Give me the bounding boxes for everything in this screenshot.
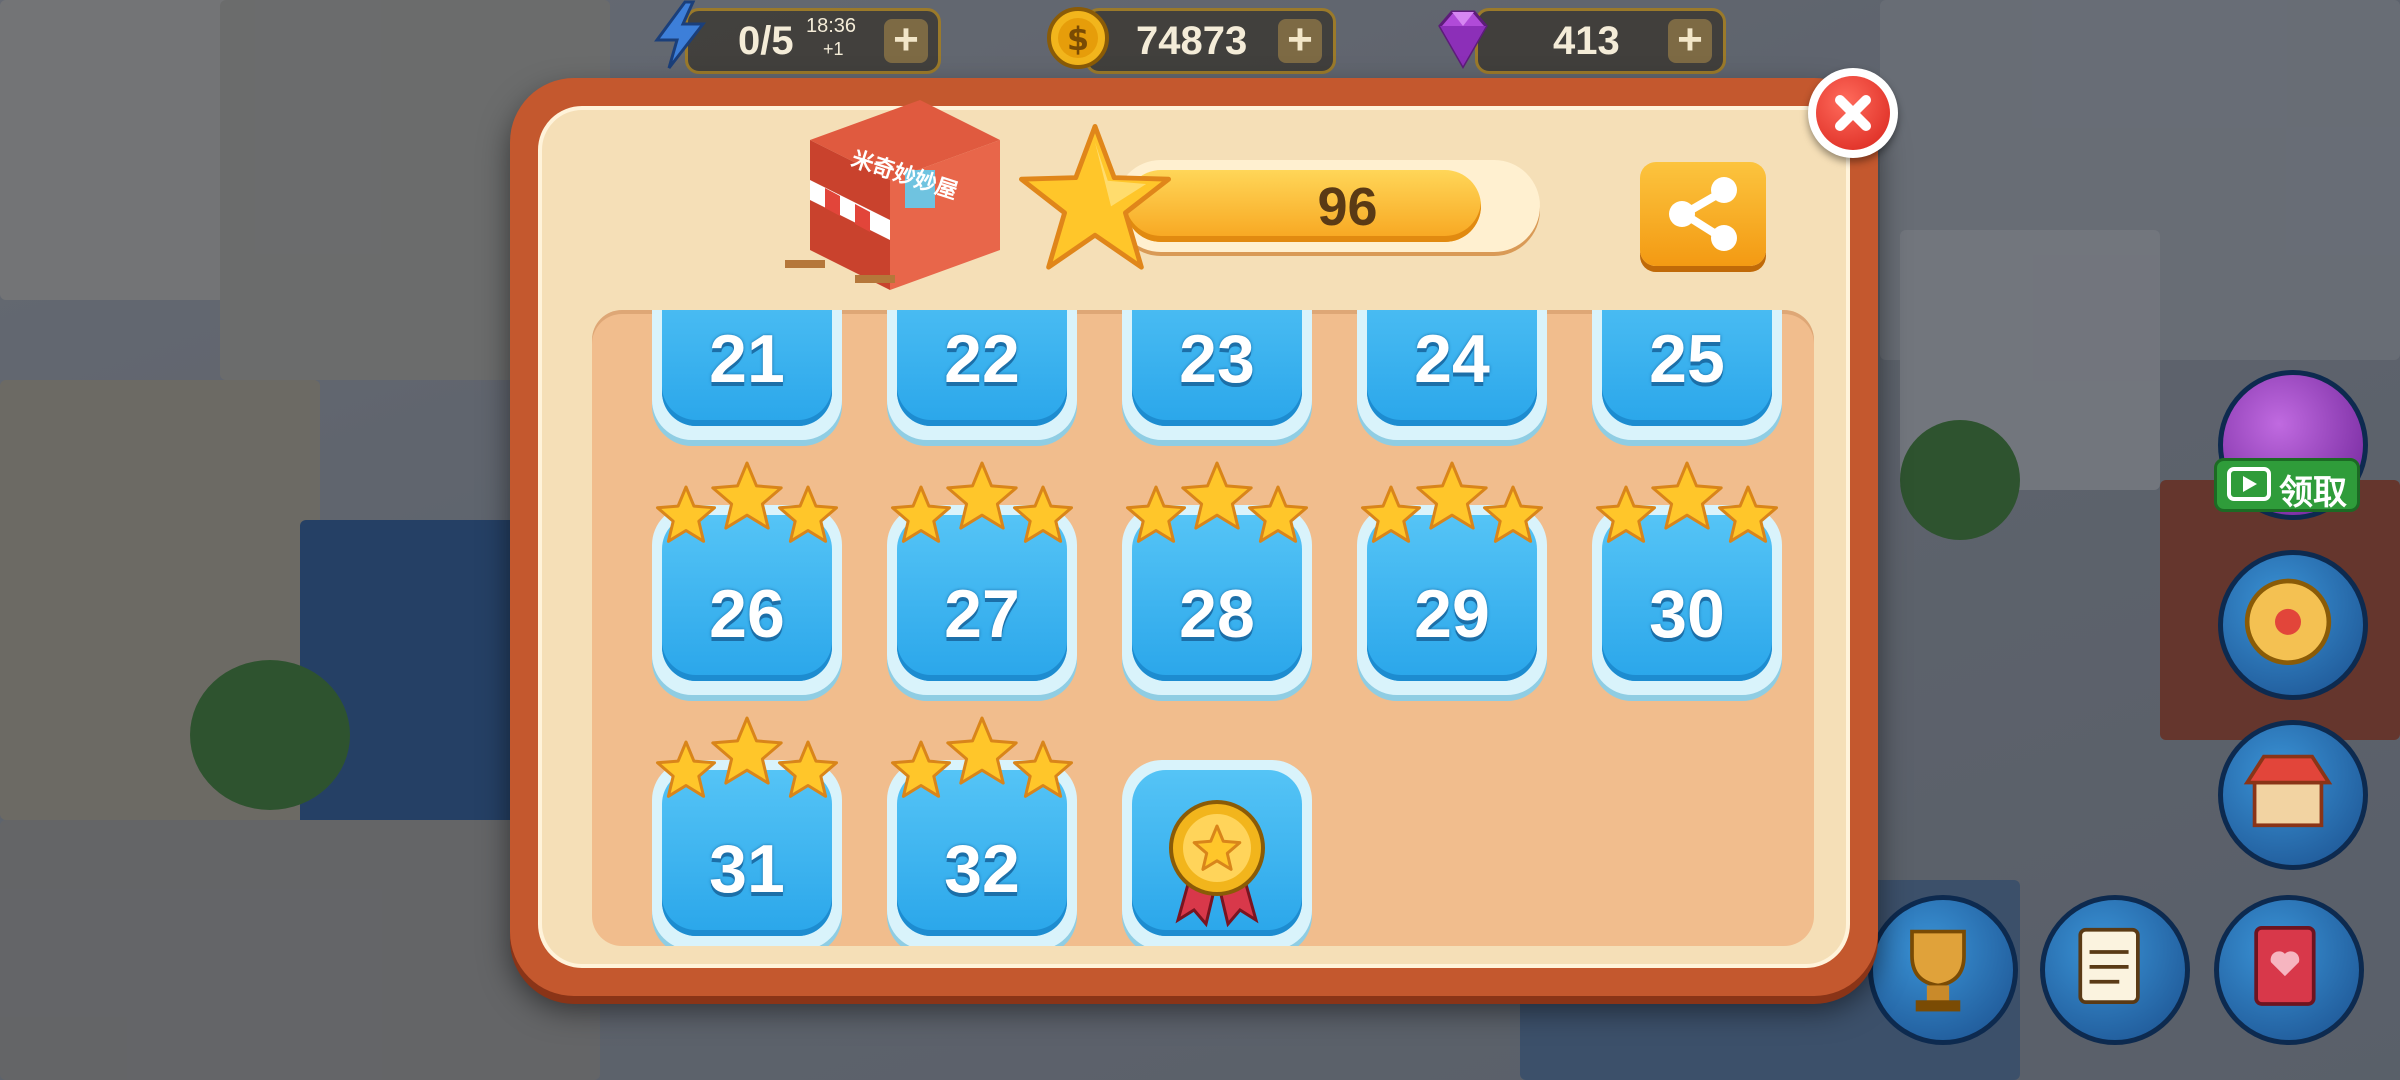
level-number: 31 bbox=[709, 831, 785, 907]
level-stars bbox=[1126, 461, 1308, 543]
level-tile[interactable]: 31 bbox=[652, 716, 842, 946]
restaurant-illustration: 米奇妙妙屋 bbox=[785, 100, 1000, 290]
gem-counter: 413 + bbox=[1475, 8, 1726, 74]
lightning-icon bbox=[654, 0, 707, 69]
level-number: 24 bbox=[1414, 321, 1490, 397]
wheel-icon bbox=[2244, 578, 2332, 666]
notepad-icon bbox=[2078, 927, 2140, 1004]
svg-text:$: $ bbox=[1067, 20, 1089, 58]
level-tile[interactable]: 29 bbox=[1357, 461, 1547, 695]
level-stars bbox=[1596, 461, 1778, 543]
claim-label: 领取 bbox=[2279, 473, 2347, 513]
star-icon bbox=[1416, 461, 1488, 530]
star-icon bbox=[711, 716, 783, 785]
level-stars bbox=[1361, 461, 1543, 543]
energy-timer: 18:36 bbox=[806, 15, 857, 37]
star-icon bbox=[1483, 485, 1543, 543]
level-stars bbox=[891, 461, 1073, 543]
gem-value: 413 bbox=[1553, 19, 1620, 63]
star-icon bbox=[778, 740, 838, 798]
close-icon bbox=[1835, 95, 1871, 131]
level-tile[interactable]: 28 bbox=[1122, 461, 1312, 695]
star-icon bbox=[891, 740, 951, 798]
shop-button[interactable] bbox=[2218, 720, 2368, 870]
star-icon bbox=[1013, 485, 1073, 543]
level-stars bbox=[656, 461, 838, 543]
level-stars bbox=[891, 716, 1073, 798]
coin-icon: $ bbox=[1047, 7, 1109, 69]
book-icon bbox=[2254, 926, 2316, 1006]
star-icon bbox=[711, 461, 783, 530]
collection-book-button[interactable] bbox=[2214, 895, 2364, 1045]
star-icon bbox=[1596, 485, 1656, 543]
level-tile[interactable]: 22 bbox=[887, 310, 1077, 440]
level-tile[interactable]: 25 bbox=[1592, 310, 1782, 440]
level-number: 27 bbox=[944, 576, 1020, 652]
medal-reward-icon bbox=[1169, 800, 1265, 928]
share-button[interactable] bbox=[1640, 162, 1766, 266]
star-icon bbox=[1718, 485, 1778, 543]
tasks-button[interactable] bbox=[2040, 895, 2190, 1045]
gem-icon bbox=[1438, 10, 1488, 70]
level-tile[interactable]: 23 bbox=[1122, 310, 1312, 440]
star-icon bbox=[946, 716, 1018, 785]
level-grid[interactable]: 21 22 23 24 25 26 27 28 29 30 31 32 bbox=[592, 310, 1814, 946]
star-icon bbox=[656, 740, 716, 798]
star-icon bbox=[778, 485, 838, 543]
level-number: 25 bbox=[1649, 321, 1725, 397]
star-progress-bar: 96 bbox=[1115, 160, 1540, 252]
star-icon bbox=[1013, 740, 1073, 798]
level-number: 29 bbox=[1414, 576, 1490, 652]
star-icon bbox=[1126, 485, 1186, 543]
level-number: 23 bbox=[1179, 321, 1255, 397]
level-stars bbox=[656, 716, 838, 798]
star-icon bbox=[946, 461, 1018, 530]
energy-plus-button[interactable]: + bbox=[884, 18, 928, 63]
level-number: 28 bbox=[1179, 576, 1255, 652]
level-number: 32 bbox=[944, 831, 1020, 907]
energy-value: 0/5 bbox=[738, 19, 794, 63]
trophy-icon bbox=[1910, 929, 1966, 1012]
coin-counter: 74873 + bbox=[1085, 8, 1336, 74]
energy-timer-increment: +1 bbox=[823, 39, 844, 59]
star-icon bbox=[1248, 485, 1308, 543]
level-number: 26 bbox=[709, 576, 785, 652]
video-icon bbox=[2227, 467, 2271, 501]
reward-tile[interactable] bbox=[1122, 760, 1312, 946]
star-icon bbox=[1651, 461, 1723, 530]
energy-counter: 0/5 18:36 +1 + bbox=[685, 8, 941, 74]
level-tile[interactable]: 21 bbox=[652, 310, 842, 440]
claim-button[interactable]: 领取 bbox=[2214, 458, 2360, 513]
gem-plus-button[interactable]: + bbox=[1668, 18, 1712, 63]
star-icon bbox=[1019, 124, 1171, 270]
close-button[interactable] bbox=[1808, 68, 1898, 158]
star-icon bbox=[891, 485, 951, 543]
coin-plus-button[interactable]: + bbox=[1278, 18, 1322, 63]
shop-icon bbox=[2243, 754, 2333, 828]
share-icon bbox=[1669, 177, 1737, 251]
level-tile[interactable]: 30 bbox=[1592, 461, 1782, 695]
star-icon bbox=[1181, 461, 1253, 530]
star-icon bbox=[656, 485, 716, 543]
coin-value: 74873 bbox=[1136, 19, 1248, 63]
level-tile[interactable]: 24 bbox=[1357, 310, 1547, 440]
level-tile[interactable]: 32 bbox=[887, 716, 1077, 946]
level-tile[interactable]: 26 bbox=[652, 461, 842, 695]
star-icon bbox=[1361, 485, 1421, 543]
level-number: 22 bbox=[944, 321, 1020, 397]
level-number: 21 bbox=[709, 321, 785, 397]
trophy-button[interactable] bbox=[1868, 895, 2018, 1045]
level-tile[interactable]: 27 bbox=[887, 461, 1077, 695]
star-total: 96 bbox=[1317, 177, 1378, 237]
lucky-wheel-button[interactable] bbox=[2218, 550, 2368, 700]
level-number: 30 bbox=[1649, 576, 1725, 652]
